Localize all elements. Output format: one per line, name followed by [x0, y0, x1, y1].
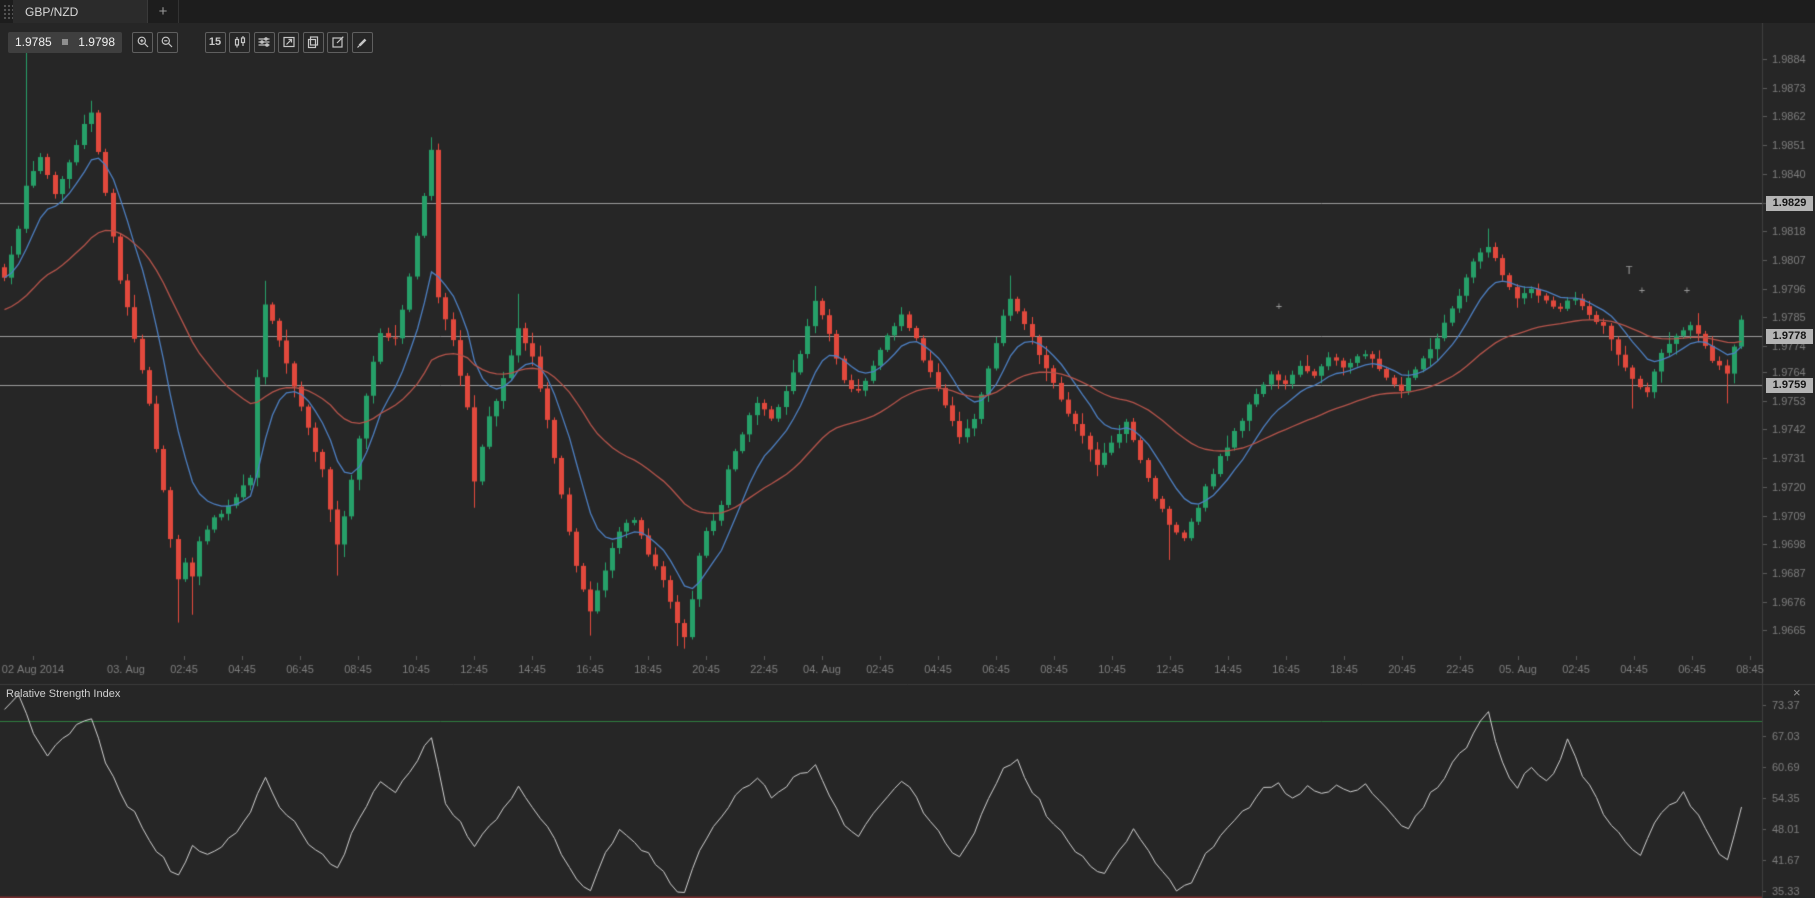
- price-line-badge[interactable]: 1.9778: [1766, 329, 1813, 344]
- zoom-in-button[interactable]: [132, 32, 153, 53]
- timeframe-label: 15: [209, 36, 221, 48]
- new-tab-button[interactable]: +: [148, 0, 179, 23]
- sliders-icon: [257, 35, 271, 49]
- annotate-button[interactable]: [327, 32, 348, 53]
- zoom-out-button[interactable]: [157, 32, 178, 53]
- indicator-settings-button[interactable]: [254, 32, 275, 53]
- price-line-badge[interactable]: 1.9829: [1766, 196, 1813, 211]
- tab-bar: GBP/NZD +: [0, 0, 1815, 24]
- bid-price: 1.9785: [15, 35, 52, 49]
- copy-icon: [306, 35, 320, 49]
- candlestick-icon: [233, 35, 247, 49]
- ask-price: 1.9798: [78, 35, 115, 49]
- bid-ask-display[interactable]: 1.9785 1.9798: [8, 32, 122, 53]
- rsi-panel-title: Relative Strength Index: [6, 688, 120, 700]
- spread-icon: [62, 39, 68, 45]
- edit-icon: [331, 35, 345, 49]
- chart-type-button[interactable]: [229, 32, 250, 53]
- duplicate-chart-button[interactable]: [303, 32, 324, 53]
- zoom-in-icon: [136, 35, 150, 49]
- marker-pen-icon: [355, 35, 369, 49]
- price-line-badge[interactable]: 1.9759: [1766, 378, 1813, 393]
- window-grip-icon: [3, 4, 13, 19]
- trading-app-window: GBP/NZD + 1.9785 1.9798 15: [0, 0, 1815, 898]
- chart-toolbar: 1.9785 1.9798 15: [8, 31, 373, 53]
- tab-gbpnzd[interactable]: GBP/NZD: [13, 0, 148, 23]
- pop-out-icon: [282, 35, 296, 49]
- price-and-rsi-chart-canvas[interactable]: [0, 23, 1815, 898]
- rsi-close-button[interactable]: ×: [1793, 686, 1801, 699]
- pop-out-chart-button[interactable]: [278, 32, 299, 53]
- tab-title: GBP/NZD: [25, 5, 78, 19]
- timeframe-button[interactable]: 15: [205, 32, 226, 53]
- drawing-tools-button[interactable]: [352, 32, 373, 53]
- zoom-out-icon: [160, 35, 174, 49]
